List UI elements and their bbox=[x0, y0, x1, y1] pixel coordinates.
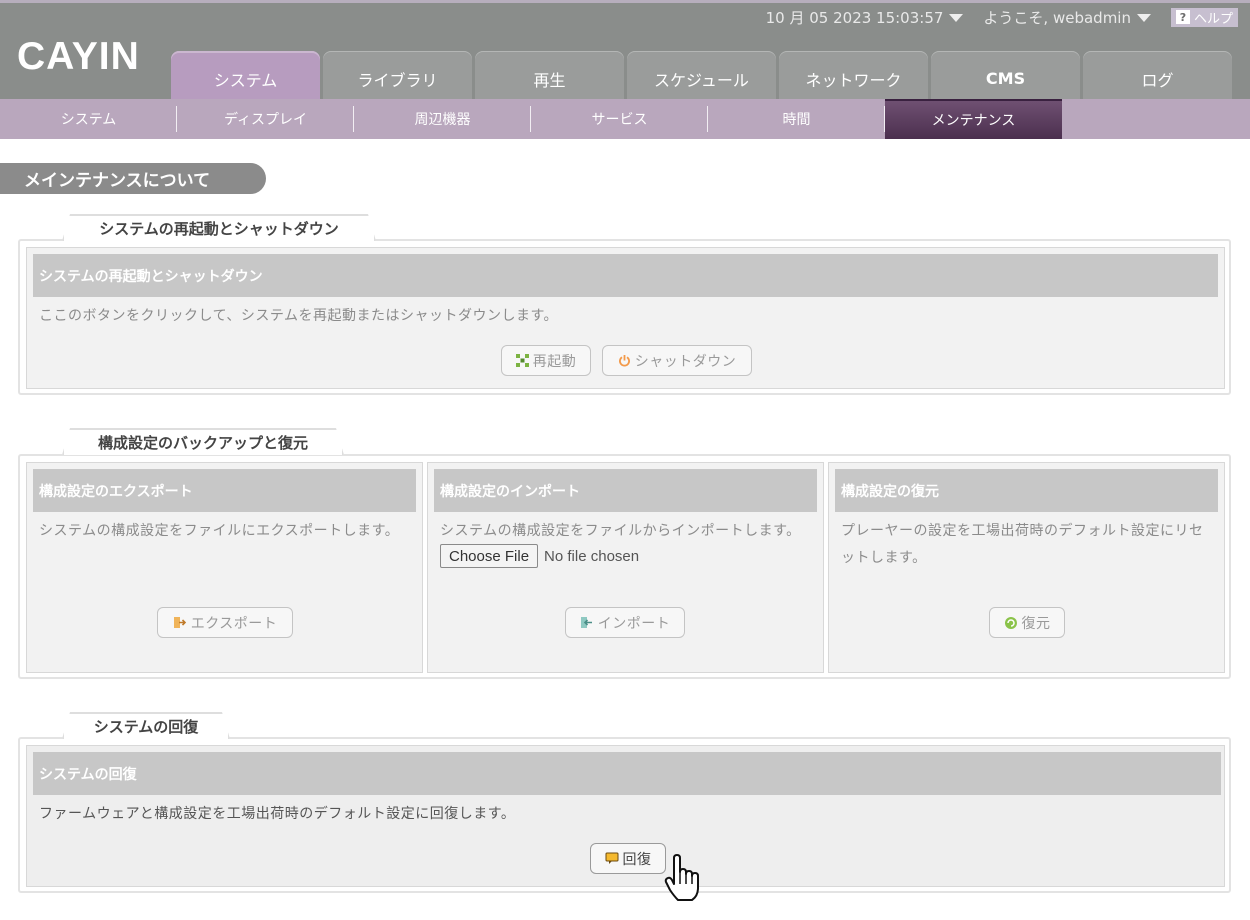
tab-playback[interactable]: 再生 bbox=[475, 51, 624, 102]
import-panel: 構成設定のインポート システムの構成設定をファイルからインポートします。 Cho… bbox=[427, 462, 824, 673]
datetime-dropdown-icon[interactable] bbox=[949, 14, 964, 22]
top-bar: 10 月 05 2023 15:03:57 ようこそ, webadmin ? ヘ… bbox=[766, 6, 1238, 28]
subnav-system[interactable]: システム bbox=[0, 99, 177, 139]
user-dropdown-icon[interactable] bbox=[1136, 14, 1151, 22]
restore-icon bbox=[1004, 616, 1017, 629]
restart-label: 再起動 bbox=[532, 353, 577, 370]
import-button[interactable]: インポート bbox=[565, 607, 685, 638]
subnav-display[interactable]: ディスプレイ bbox=[177, 99, 354, 139]
subnav-maintenance[interactable]: メンテナンス bbox=[885, 99, 1062, 139]
reboot-panel: システムの再起動とシャットダウン ここのボタンをクリックして、システムを再起動ま… bbox=[26, 247, 1225, 389]
export-panel-header: 構成設定のエクスポート bbox=[33, 469, 416, 512]
tab-schedule[interactable]: スケジュール bbox=[627, 51, 776, 102]
shutdown-label: シャットダウン bbox=[634, 353, 737, 370]
hand-cursor-icon bbox=[664, 854, 699, 901]
tab-label: スケジュール bbox=[654, 70, 749, 90]
svg-text:CAYIN: CAYIN bbox=[17, 37, 140, 73]
tab-label: 再生 bbox=[533, 70, 566, 90]
tab-label: ネットワーク bbox=[805, 70, 902, 90]
reboot-description: ここのボタンをクリックして、システムを再起動またはシャットダウンします。 bbox=[39, 308, 559, 324]
recover-icon bbox=[605, 852, 618, 864]
backup-section-tab: 構成設定のバックアップと復元 bbox=[62, 428, 344, 455]
export-description: システムの構成設定をファイルにエクスポートします。 bbox=[39, 523, 400, 539]
recovery-description: ファームウェアと構成設定を工場出荷時のデフォルト設定に回復します。 bbox=[39, 806, 516, 822]
file-status: No file chosen bbox=[544, 547, 640, 565]
recovery-section: システムの回復 ファームウェアと構成設定を工場出荷時のデフォルト設定に回復します… bbox=[18, 737, 1231, 893]
main-tabs: システム ライブラリ 再生 スケジュール ネットワーク CMS ログ bbox=[171, 51, 1235, 102]
tab-log[interactable]: ログ bbox=[1083, 51, 1232, 102]
tab-label: ログ bbox=[1141, 70, 1174, 90]
restore-label: 復元 bbox=[1021, 615, 1051, 632]
header: CAYIN 10 月 05 2023 15:03:57 ようこそ, webadm… bbox=[0, 0, 1250, 102]
help-button[interactable]: ? ヘルプ bbox=[1170, 7, 1238, 27]
export-panel: 構成設定のエクスポート システムの構成設定をファイルにエクスポートします。 エク… bbox=[26, 462, 423, 673]
export-label: エクスポート bbox=[190, 615, 278, 632]
reboot-section: システムの再起動とシャットダウン ここのボタンをクリックして、システムを再起動ま… bbox=[18, 239, 1231, 395]
choose-file-button[interactable]: Choose File bbox=[440, 544, 539, 568]
recovery-section-tab: システムの回復 bbox=[62, 712, 230, 739]
tab-cms[interactable]: CMS bbox=[931, 51, 1080, 102]
shutdown-button[interactable]: シャットダウン bbox=[602, 345, 752, 376]
export-icon bbox=[173, 617, 186, 628]
import-icon bbox=[580, 617, 592, 628]
export-button[interactable]: エクスポート bbox=[157, 607, 293, 638]
subnav-services[interactable]: サービス bbox=[531, 99, 708, 139]
recover-label: 回復 bbox=[622, 851, 652, 868]
tab-label: CMS bbox=[985, 69, 1026, 88]
import-label: インポート bbox=[597, 615, 671, 632]
welcome-user: ようこそ, webadmin bbox=[983, 8, 1131, 27]
help-label: ヘルプ bbox=[1193, 11, 1233, 27]
tab-system[interactable]: システム bbox=[171, 51, 320, 102]
page-title: メインテナンスについて bbox=[0, 163, 266, 194]
restore-panel-header: 構成設定の復元 bbox=[835, 469, 1218, 512]
datetime-display: 10 月 05 2023 15:03:57 bbox=[765, 8, 944, 27]
recovery-panel-header: システムの回復 bbox=[33, 752, 1221, 795]
power-icon bbox=[618, 355, 630, 367]
question-icon: ? bbox=[1175, 10, 1190, 24]
restart-button[interactable]: 再起動 bbox=[501, 345, 591, 376]
import-panel-header: 構成設定のインポート bbox=[434, 469, 817, 512]
file-input: Choose File No file chosen bbox=[440, 544, 639, 568]
restart-icon bbox=[515, 354, 529, 367]
tab-library[interactable]: ライブラリ bbox=[323, 51, 472, 102]
cayin-logo: CAYIN bbox=[17, 37, 140, 73]
restore-description: プレーヤーの設定を工場出荷時のデフォルト設定にリセットします。 bbox=[841, 523, 1204, 566]
tab-label: システム bbox=[213, 70, 278, 90]
sub-navigation: システム ディスプレイ 周辺機器 サービス 時間 メンテナンス bbox=[0, 99, 1250, 139]
restore-button[interactable]: 復元 bbox=[989, 607, 1065, 638]
subnav-time[interactable]: 時間 bbox=[708, 99, 885, 139]
subnav-peripherals[interactable]: 周辺機器 bbox=[354, 99, 531, 139]
backup-section: 構成設定のエクスポート システムの構成設定をファイルにエクスポートします。 エク… bbox=[18, 454, 1231, 679]
tab-label: ライブラリ bbox=[357, 70, 438, 90]
tab-network[interactable]: ネットワーク bbox=[779, 51, 928, 102]
restore-panel: 構成設定の復元 プレーヤーの設定を工場出荷時のデフォルト設定にリセットします。 … bbox=[828, 462, 1225, 673]
reboot-panel-header: システムの再起動とシャットダウン bbox=[33, 254, 1218, 297]
import-description: システムの構成設定をファイルからインポートします。 bbox=[440, 523, 801, 539]
recover-button[interactable]: 回復 bbox=[590, 843, 666, 874]
recovery-panel: システムの回復 ファームウェアと構成設定を工場出荷時のデフォルト設定に回復します… bbox=[26, 745, 1225, 887]
reboot-section-tab: システムの再起動とシャットダウン bbox=[62, 214, 376, 241]
